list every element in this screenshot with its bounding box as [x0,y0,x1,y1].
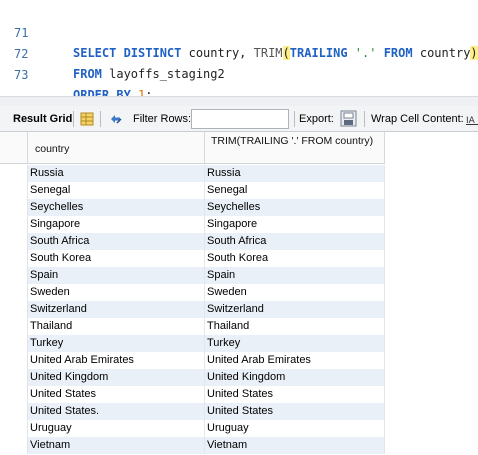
cell-country[interactable]: South Africa [28,233,205,250]
code-line-73[interactable]: 73 ORDER BY 1; [0,45,478,102]
cell-country[interactable]: Turkey [28,335,205,352]
row-gutter-cell[interactable] [0,352,28,369]
code-line-71[interactable]: 71 SELECT DISTINCT country, TRIM(TRAILIN… [0,3,478,60]
table-row[interactable]: Spain Spain [0,267,478,284]
table-row[interactable]: Russia Russia [0,165,478,182]
cell-trimmed-country[interactable]: Russia [205,165,385,182]
cell-trimmed-country[interactable]: Sweden [205,284,385,301]
result-grid-tab[interactable]: Result Grid [13,106,72,132]
table-row[interactable]: Senegal Senegal [0,182,478,199]
cell-country[interactable]: Sweden [28,284,205,301]
row-gutter-cell[interactable] [0,250,28,267]
cell-country[interactable]: Switzerland [28,301,205,318]
svg-text:IA: IA [466,116,476,125]
cell-country[interactable]: United Kingdom [28,369,205,386]
export-icon[interactable] [340,110,357,127]
cell-country[interactable]: South Korea [28,250,205,267]
cell-country[interactable]: Singapore [28,216,205,233]
cell-trimmed-country[interactable]: Vietnam [205,437,385,454]
cell-trimmed-country[interactable]: United Arab Emirates [205,352,385,369]
filter-rows-label: Filter Rows: [133,113,192,125]
cell-country[interactable]: United States. [28,403,205,420]
sql-editor[interactable]: 71 SELECT DISTINCT country, TRIM(TRAILIN… [0,0,478,102]
row-gutter-cell[interactable] [0,182,28,199]
wrap-text-icon[interactable]: IA [466,113,478,125]
cell-country[interactable]: Spain [28,267,205,284]
cell-trimmed-country[interactable]: South Africa [205,233,385,250]
cell-trimmed-country[interactable]: Uruguay [205,420,385,437]
cell-trimmed-country[interactable]: United States [205,403,385,420]
cell-country[interactable]: United Arab Emirates [28,352,205,369]
cell-trimmed-country[interactable]: Turkey [205,335,385,352]
row-gutter-cell[interactable] [0,403,28,420]
code-token: layoffs_staging2 [109,67,225,81]
toolbar-separator [364,111,365,127]
cell-trimmed-country[interactable]: Singapore [205,216,385,233]
code-token: FROM [73,67,110,81]
table-row[interactable]: Thailand Thailand [0,318,478,335]
refresh-icon[interactable] [108,112,124,126]
table-row[interactable]: Turkey Turkey [0,335,478,352]
cell-trimmed-country[interactable]: Switzerland [205,301,385,318]
cell-trimmed-country[interactable]: Spain [205,267,385,284]
grid-view-icon[interactable] [80,112,94,126]
table-row[interactable]: Seychelles Seychelles [0,199,478,216]
cell-country[interactable]: Senegal [28,182,205,199]
table-row[interactable]: South Africa South Africa [0,233,478,250]
export-label: Export: [299,113,334,125]
column-header-label: TRIM(TRAILING '.' FROM country) [211,135,374,147]
table-row[interactable]: Singapore Singapore [0,216,478,233]
cell-country[interactable]: Vietnam [28,437,205,454]
wrap-cell-content-label: Wrap Cell Content: [371,113,464,125]
row-gutter-cell[interactable] [0,420,28,437]
column-header-label: country [35,143,70,155]
cell-country[interactable]: Seychelles [28,199,205,216]
cell-country[interactable]: Russia [28,165,205,182]
row-gutter-cell[interactable] [0,437,28,454]
table-row[interactable]: United States United States [0,386,478,403]
row-gutter-cell[interactable] [0,267,28,284]
cell-trimmed-country[interactable]: South Korea [205,250,385,267]
row-gutter-cell[interactable] [0,165,28,182]
table-row[interactable]: Sweden Sweden [0,284,478,301]
table-row[interactable]: United States. United States [0,403,478,420]
row-gutter-cell[interactable] [0,318,28,335]
table-row[interactable]: United Kingdom United Kingdom [0,369,478,386]
filter-rows-input[interactable] [191,109,289,129]
row-gutter-cell[interactable] [0,301,28,318]
result-grid[interactable]: country TRIM(TRAILING '.' FROM country) … [0,132,478,455]
column-header-trim[interactable]: TRIM(TRAILING '.' FROM country) [205,132,385,164]
row-gutter-cell[interactable] [0,199,28,216]
line-number: 73 [14,68,29,82]
cell-trimmed-country[interactable]: Senegal [205,182,385,199]
result-toolbar: Result Grid Filter Rows: Export: Wrap Ce… [0,106,478,132]
code-text[interactable]: FROM layoffs_staging2 [73,64,225,84]
row-gutter-cell[interactable] [0,386,28,403]
code-line-72[interactable]: 72 FROM layoffs_staging2 [0,24,478,81]
toolbar-separator [73,111,74,127]
table-row[interactable]: Switzerland Switzerland [0,301,478,318]
cell-trimmed-country[interactable]: Thailand [205,318,385,335]
row-gutter-cell[interactable] [0,233,28,250]
cell-country[interactable]: Uruguay [28,420,205,437]
table-row[interactable]: United Arab Emirates United Arab Emirates [0,352,478,369]
table-row[interactable]: Uruguay Uruguay [0,420,478,437]
row-header-gutter [0,132,28,164]
table-row[interactable]: South Korea South Korea [0,250,478,267]
row-gutter-cell[interactable] [0,335,28,352]
cell-country[interactable]: United States [28,386,205,403]
toolbar-separator [100,111,101,127]
row-gutter-cell[interactable] [0,284,28,301]
cell-country[interactable]: Thailand [28,318,205,335]
toolbar-separator [294,111,295,127]
table-row[interactable]: Vietnam Vietnam [0,437,478,454]
cell-trimmed-country[interactable]: Seychelles [205,199,385,216]
panel-splitter[interactable] [0,96,478,106]
column-header-country[interactable]: country [28,132,205,164]
cell-trimmed-country[interactable]: United Kingdom [205,369,385,386]
row-gutter-cell[interactable] [0,369,28,386]
cell-trimmed-country[interactable]: United States [205,386,385,403]
row-gutter-cell[interactable] [0,216,28,233]
